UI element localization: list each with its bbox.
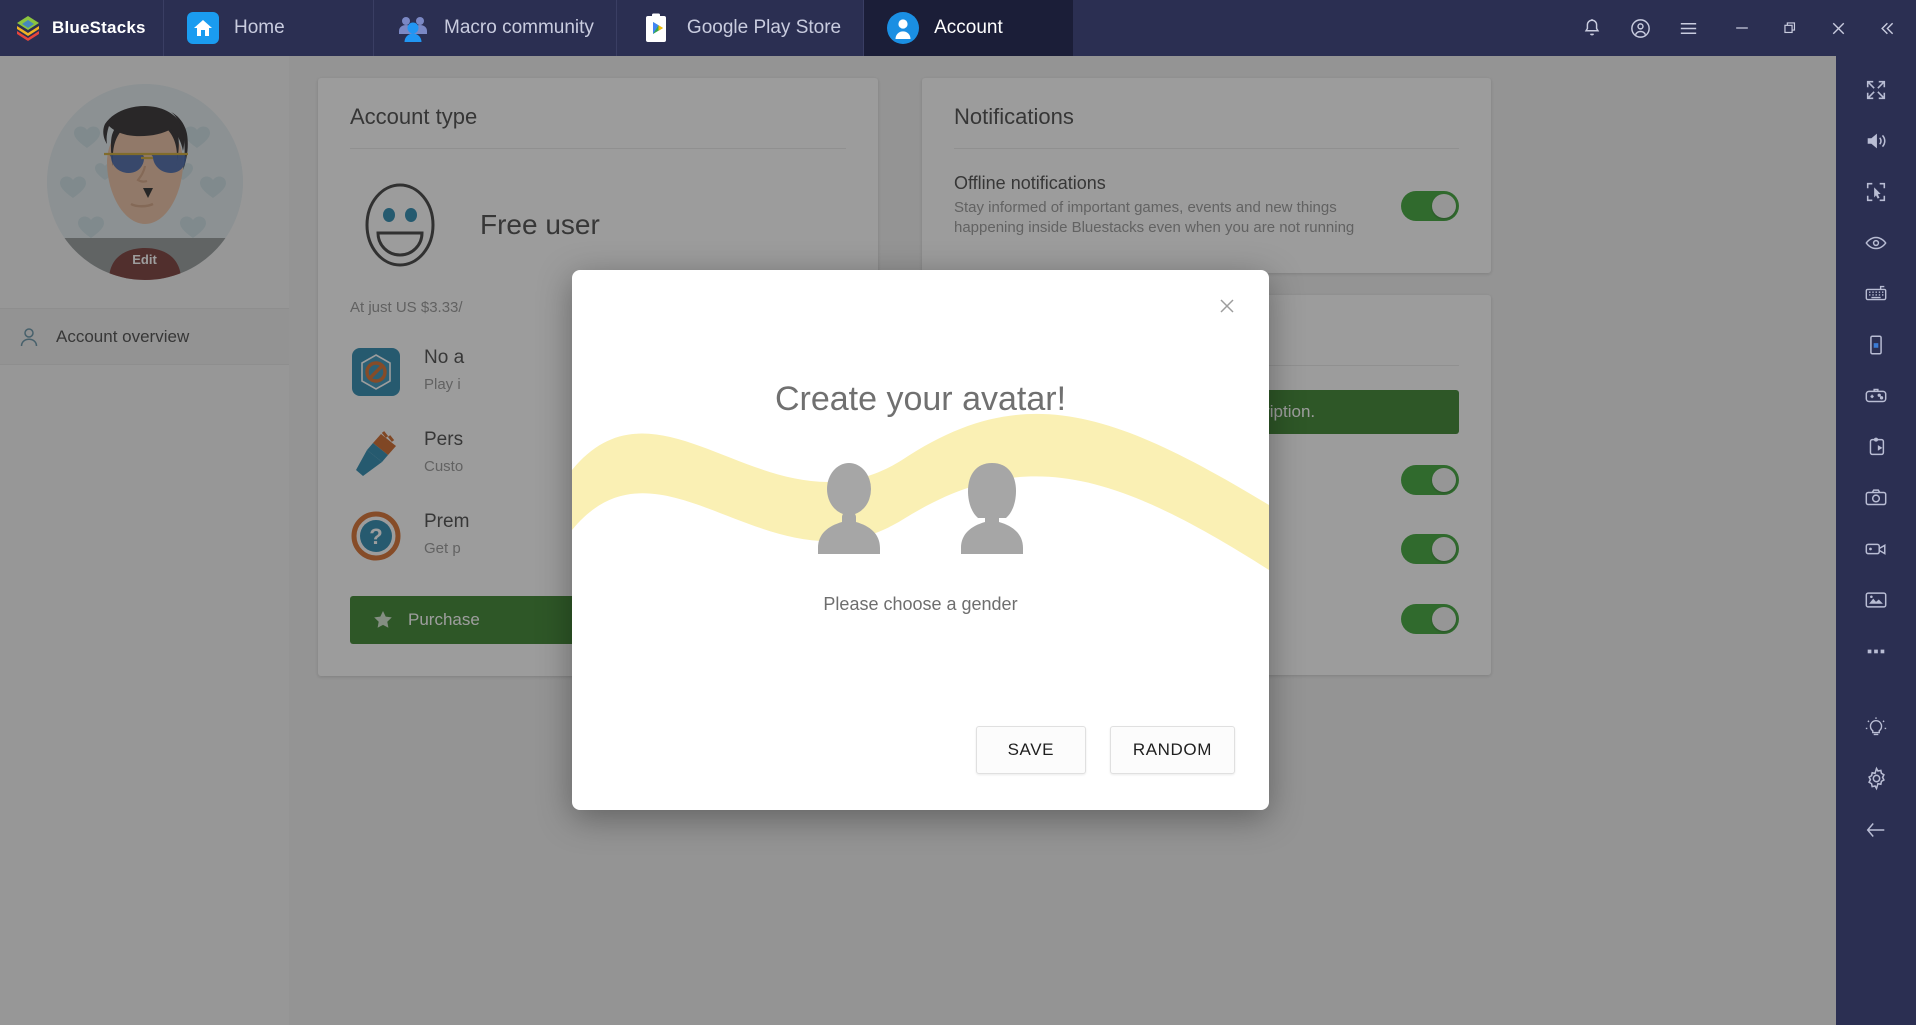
titlebar-spacer [1073, 0, 1568, 56]
modal-body: Create your avatar! Please choose a gend… [572, 270, 1269, 615]
tab-google-play-store-label: Google Play Store [687, 17, 841, 39]
lightbulb-icon[interactable] [1836, 702, 1916, 753]
bluestacks-logo-icon [14, 14, 42, 42]
notifications-bell-icon[interactable] [1568, 0, 1616, 56]
tab-home-label: Home [234, 17, 285, 39]
back-arrow-icon[interactable] [1836, 804, 1916, 855]
random-button[interactable]: RANDOM [1110, 726, 1235, 774]
modal-title: Create your avatar! [572, 380, 1269, 419]
title-bar: BlueStacks Home [0, 0, 1916, 56]
brand-name: BlueStacks [52, 18, 146, 38]
video-record-icon[interactable] [1836, 523, 1916, 574]
camera-icon[interactable] [1836, 472, 1916, 523]
brand: BlueStacks [0, 0, 163, 56]
more-dots-icon[interactable] [1836, 625, 1916, 676]
modal-hint: Please choose a gender [572, 594, 1269, 615]
create-avatar-modal: Create your avatar! Please choose a gend… [572, 270, 1269, 810]
settings-gear-icon[interactable] [1836, 753, 1916, 804]
phone-rotate-icon[interactable] [1836, 319, 1916, 370]
right-toolbar [1836, 56, 1916, 1025]
media-manager-icon[interactable] [1836, 574, 1916, 625]
user-circle-icon[interactable] [1616, 0, 1664, 56]
restore-icon[interactable] [1766, 0, 1814, 56]
tab-account-label: Account [934, 17, 1003, 39]
tab-macro-community-label: Macro community [444, 17, 594, 39]
bluestacks-window: BlueStacks Home [0, 0, 1916, 1025]
eye-icon[interactable] [1836, 217, 1916, 268]
tab-bar: Home Macro community [163, 0, 1073, 56]
keyboard-icon[interactable] [1836, 268, 1916, 319]
screen-cursor-icon[interactable] [1836, 166, 1916, 217]
install-apk-icon[interactable] [1836, 421, 1916, 472]
modal-close-icon[interactable] [1207, 286, 1247, 326]
play-store-icon [639, 11, 673, 45]
minimize-icon[interactable] [1718, 0, 1766, 56]
save-button-label: SAVE [1008, 740, 1055, 760]
tab-google-play-store[interactable]: Google Play Store [616, 0, 863, 56]
window-controls [1568, 0, 1916, 56]
female-avatar-option[interactable] [950, 459, 1035, 554]
save-button[interactable]: SAVE [976, 726, 1086, 774]
fullscreen-icon[interactable] [1836, 64, 1916, 115]
home-icon [186, 11, 220, 45]
gamepad-icon[interactable] [1836, 370, 1916, 421]
random-button-label: RANDOM [1133, 740, 1212, 760]
modal-actions: SAVE RANDOM [976, 726, 1235, 774]
tab-macro-community[interactable]: Macro community [373, 0, 616, 56]
people-icon [396, 11, 430, 45]
account-icon [886, 11, 920, 45]
hamburger-menu-icon[interactable] [1664, 0, 1712, 56]
collapse-left-icon[interactable] [1862, 0, 1910, 56]
tab-home[interactable]: Home [163, 0, 373, 56]
gender-options [572, 459, 1269, 554]
male-avatar-option[interactable] [807, 459, 892, 554]
tab-account[interactable]: Account [863, 0, 1073, 56]
close-icon[interactable] [1814, 0, 1862, 56]
volume-icon[interactable] [1836, 115, 1916, 166]
